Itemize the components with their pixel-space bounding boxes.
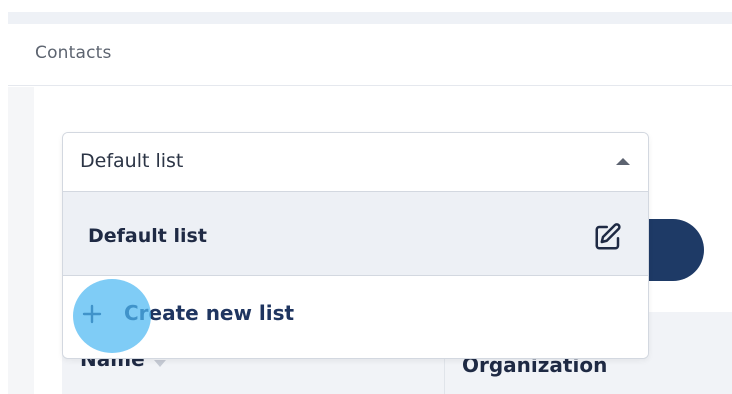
top-bar — [0, 0, 732, 12]
sort-down-icon[interactable] — [154, 360, 166, 367]
top-strip — [8, 12, 732, 24]
list-select[interactable]: Default list — [63, 133, 648, 192]
list-select-value: Default list — [80, 150, 184, 172]
caret-up-icon — [616, 158, 630, 165]
page-header: Contacts — [8, 24, 732, 86]
edit-icon[interactable] — [593, 222, 623, 252]
page-title: Contacts — [35, 43, 112, 63]
create-new-list-option[interactable]: Create new list — [63, 276, 648, 358]
left-gutter — [8, 87, 34, 394]
list-option-label: Default list — [88, 225, 207, 247]
list-dropdown: Default list Default list Create new lis… — [62, 132, 649, 359]
list-option-default[interactable]: Default list — [63, 192, 648, 276]
create-new-list-label: Create new list — [124, 301, 295, 325]
plus-icon — [82, 304, 102, 324]
